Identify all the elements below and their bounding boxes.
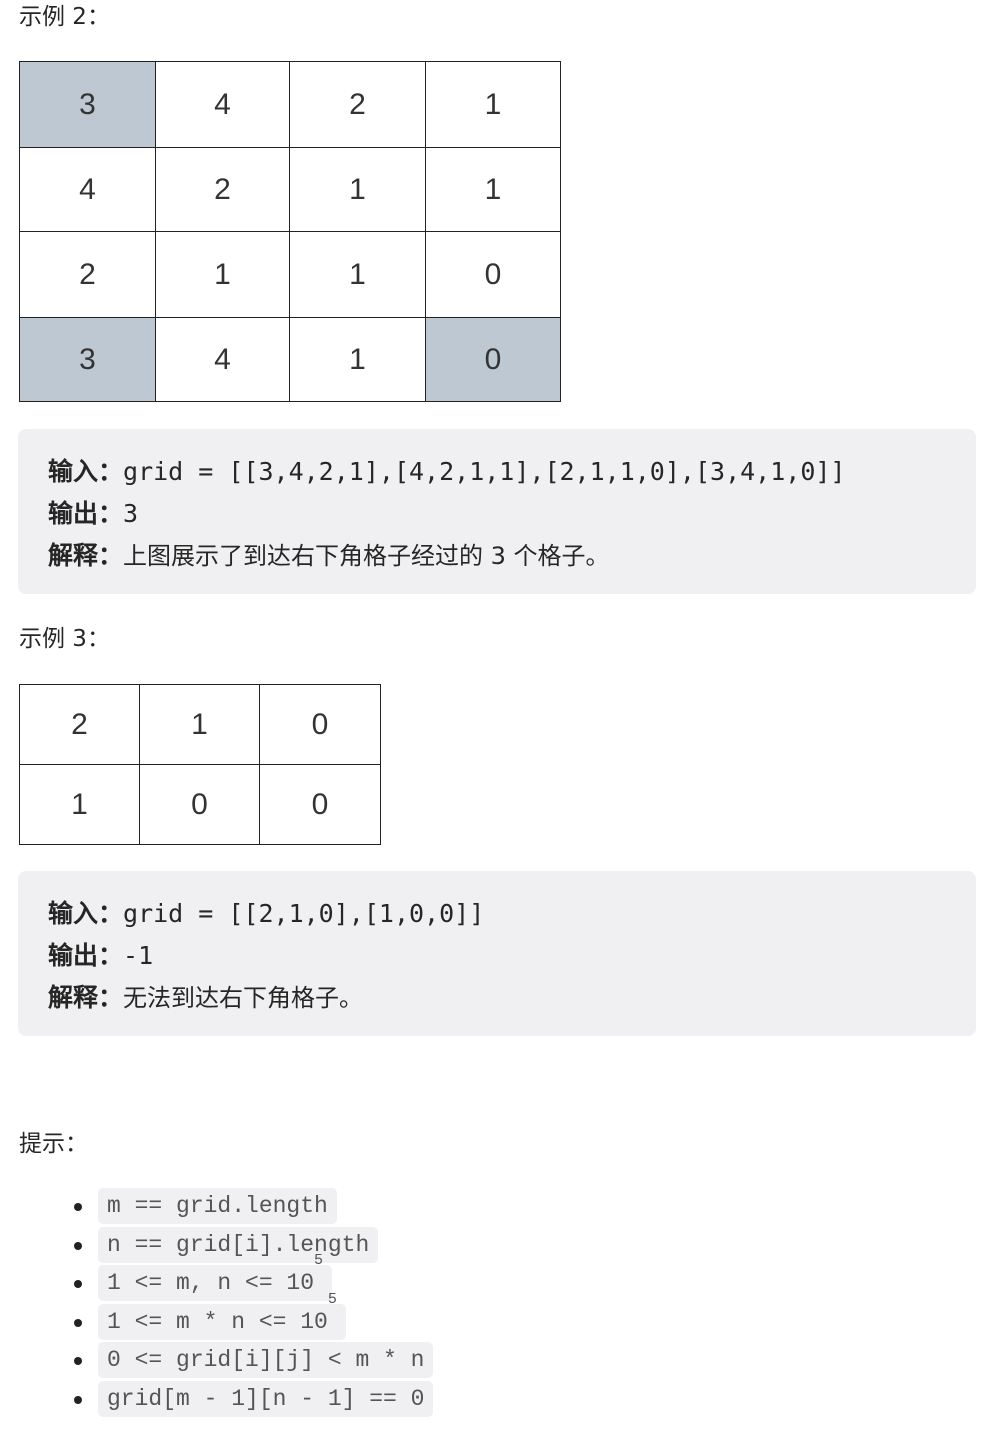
bullet-icon <box>74 1357 82 1365</box>
grid-cell: 0 <box>139 764 260 845</box>
superscript: 5 <box>314 1252 324 1269</box>
grid-cell: 4 <box>155 61 290 148</box>
superscript: 5 <box>327 1290 337 1308</box>
grid-cell: 1 <box>139 684 260 765</box>
example-3-heading: 示例 3： <box>19 626 110 652</box>
input-line: 输入：grid = [[2,1,0],[1,0,0]] <box>48 893 976 935</box>
grid-cell: 1 <box>19 764 140 845</box>
constraint-code: 0 <= grid[i][j] < m * n <box>98 1342 434 1378</box>
grid-cell: 2 <box>19 684 140 765</box>
example-2-code-block: 输入：grid = [[3,4,2,1],[4,2,1,1],[2,1,1,0]… <box>18 429 976 594</box>
input-line: 输入：grid = [[3,4,2,1],[4,2,1,1],[2,1,1,0]… <box>48 451 976 493</box>
bullet-icon <box>74 1280 82 1288</box>
constraint-text: 1 <= m * n <= 10 <box>107 1308 328 1335</box>
grid-cell: 3 <box>19 61 156 148</box>
example-3-code-block: 输入：grid = [[2,1,0],[1,0,0]] 输出：-1 解释：无法到… <box>18 871 976 1036</box>
grid-cell: 1 <box>425 61 561 148</box>
constraint-text: m == grid.length <box>107 1193 328 1219</box>
output-value: -1 <box>123 941 154 970</box>
example-2-grid: 3 4 2 1 4 2 1 1 2 1 1 0 3 4 1 0 <box>19 61 561 402</box>
bullet-icon <box>74 1241 82 1250</box>
constraint-text: n == grid[i].length <box>107 1231 370 1258</box>
grid-cell: 2 <box>155 147 290 232</box>
bullet-icon <box>74 1318 82 1327</box>
bullet-icon <box>74 1203 82 1211</box>
output-value: 3 <box>123 499 139 528</box>
grid-cell: 1 <box>289 147 426 232</box>
grid-cell: 4 <box>155 317 290 402</box>
grid-cell: 1 <box>289 231 426 318</box>
explain-value: 上图展示了到达右下角格子经过的 3 个格子。 <box>123 542 610 570</box>
grid-cell: 1 <box>289 317 426 402</box>
example-2-heading: 示例 2： <box>19 4 110 30</box>
bullet-icon <box>74 1395 82 1404</box>
hints-heading: 提示： <box>19 1131 88 1157</box>
explain-line: 解释：无法到达右下角格子。 <box>48 977 976 1019</box>
constraint-text: 1 <= m, n <= 10 <box>107 1270 315 1296</box>
constraint-code: 1 <= m, n <= 105 <box>98 1253 333 1301</box>
grid-cell: 1 <box>425 147 561 232</box>
constraint-code: 1 <= m * n <= 105 <box>98 1292 346 1340</box>
input-label: 输入： <box>48 457 124 486</box>
grid-cell: 1 <box>155 231 290 318</box>
input-value: grid = [[2,1,0],[1,0,0]] <box>123 899 485 928</box>
output-line: 输出：-1 <box>48 935 976 977</box>
grid-cell: 2 <box>19 231 156 318</box>
constraint-code: n == grid[i].length <box>98 1226 379 1263</box>
example-3-grid: 2 1 0 1 0 0 <box>19 684 381 845</box>
grid-cell: 2 <box>289 61 426 148</box>
constraint-code: m == grid.length <box>98 1188 337 1224</box>
grid-cell: 0 <box>425 231 561 318</box>
constraint-text: grid[m - 1][n - 1] == 0 <box>107 1385 425 1412</box>
output-line: 输出：3 <box>48 493 976 535</box>
grid-cell: 0 <box>259 684 381 765</box>
input-value: grid = [[3,4,2,1],[4,2,1,1],[2,1,1,0],[3… <box>123 457 846 486</box>
grid-cell: 3 <box>19 317 156 402</box>
explain-label: 解释： <box>48 541 124 570</box>
explain-line: 解释：上图展示了到达右下角格子经过的 3 个格子。 <box>48 535 976 577</box>
output-label: 输出： <box>48 941 124 970</box>
constraint-text: 0 <= grid[i][j] < m * n <box>107 1347 425 1373</box>
grid-cell: 4 <box>19 147 156 232</box>
input-label: 输入： <box>48 899 124 928</box>
output-label: 输出： <box>48 499 124 528</box>
explain-value: 无法到达右下角格子。 <box>123 984 364 1012</box>
grid-cell: 0 <box>425 317 561 402</box>
explain-label: 解释： <box>48 983 124 1012</box>
grid-cell: 0 <box>259 764 381 845</box>
constraint-code: grid[m - 1][n - 1] == 0 <box>98 1380 434 1417</box>
